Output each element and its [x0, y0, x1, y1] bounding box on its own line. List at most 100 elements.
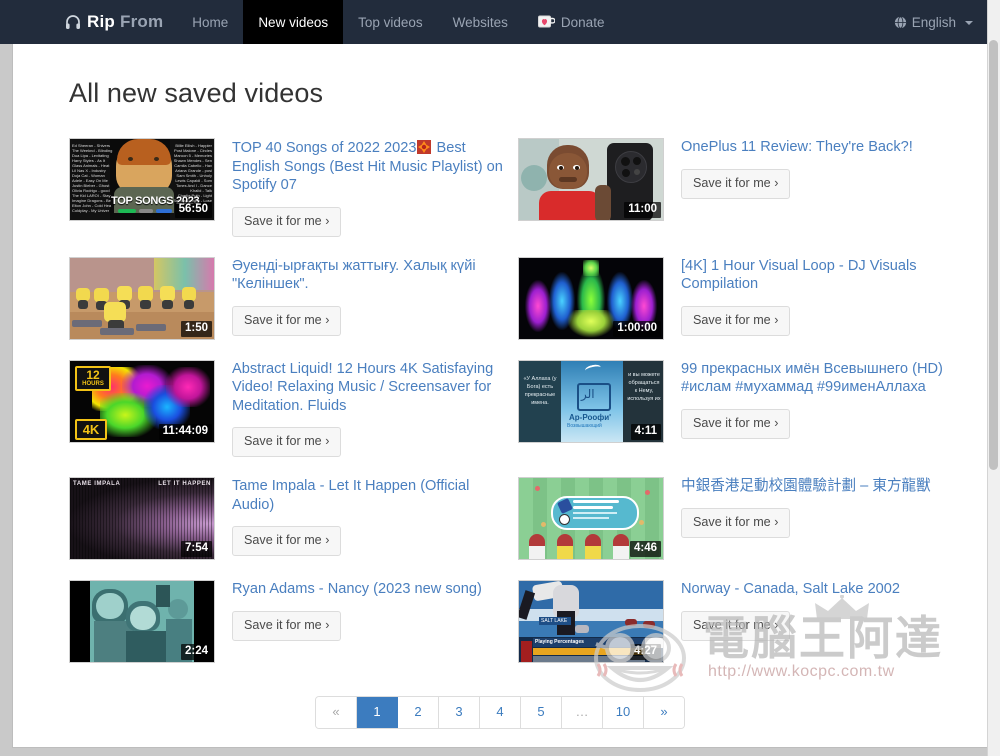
save-it-for-me-button[interactable]: Save it for me › — [681, 408, 791, 439]
video-duration: 11:44:09 — [158, 423, 212, 440]
pagination-page-4[interactable]: 4 — [480, 697, 521, 728]
navbar-right: English — [879, 0, 1000, 44]
video-meta: Әуенді-ырғақты жаттығу. Халық күйі "Келі… — [215, 257, 506, 336]
video-title-link[interactable]: Abstract Liquid! 12 Hours 4K Satisfaying… — [232, 360, 506, 416]
save-it-for-me-button[interactable]: Save it for me › — [232, 305, 342, 336]
video-grid: Ed Sheeran - Shivers The Weeknd - Blindin… — [13, 138, 987, 683]
video-title-link[interactable]: Әуенді-ырғақты жаттығу. Халық күйі "Келі… — [232, 257, 506, 294]
save-it-for-me-button[interactable]: Save it for me › — [681, 507, 791, 538]
scrollbar-thumb[interactable] — [989, 40, 998, 470]
navbar-left: Rip From Home New videos Top videos Websi… — [0, 0, 879, 44]
video-duration: 4:46 — [629, 541, 661, 557]
video-title-link[interactable]: Tame Impala - Let It Happen (Official Au… — [232, 477, 506, 514]
video-card: 11:00 OnePlus 11 Review: They're Back?! … — [518, 138, 967, 237]
video-meta: Tame Impala - Let It Happen (Official Au… — [215, 477, 506, 556]
language-selector[interactable]: English — [879, 0, 988, 44]
page-title: All new saved videos — [69, 78, 324, 108]
video-thumbnail[interactable]: Ed Sheeran - Shivers The Weeknd - Blindin… — [69, 138, 215, 221]
video-title-link[interactable]: OnePlus 11 Review: They're Back?! — [681, 138, 955, 157]
video-duration: 2:24 — [180, 644, 212, 660]
save-it-for-me-button[interactable]: Save it for me › — [232, 427, 342, 457]
video-card: TAME IMPALA LET IT HAPPEN 7:54 Tame Impa… — [69, 477, 518, 560]
save-it-for-me-button[interactable]: Save it for me › — [681, 168, 791, 199]
brand-text-primary: Rip — [87, 12, 115, 31]
video-thumbnail[interactable]: 1:00:00 — [518, 256, 664, 340]
burst-emoji-icon — [417, 140, 432, 154]
video-title-link[interactable]: Ryan Adams - Nancy (2023 new song) — [232, 580, 506, 599]
thumb-overlay-track: LET IT HAPPEN — [158, 481, 211, 487]
nav-link-home[interactable]: Home — [177, 0, 243, 44]
video-meta: [4K] 1 Hour Visual Loop - DJ Visuals Com… — [664, 257, 955, 336]
pagination-page-1[interactable]: 1 — [357, 697, 398, 728]
pagination-container: « 1 2 3 4 5 … 10 » — [13, 696, 987, 729]
video-card: 1:00:00 [4K] 1 Hour Visual Loop - DJ Vis… — [518, 256, 967, 340]
video-title-link[interactable]: 99 прекрасных имён Всевышнего (HD) #исла… — [681, 360, 955, 397]
save-it-for-me-button[interactable]: Save it for me › — [681, 305, 791, 336]
video-card: Ed Sheeran - Shivers The Weeknd - Blindin… — [69, 138, 518, 237]
language-label: English — [911, 14, 956, 30]
badge-12-hours: 12 HOURS — [75, 365, 111, 391]
pagination-next[interactable]: » — [644, 697, 684, 728]
pagination: « 1 2 3 4 5 … 10 » — [315, 696, 685, 729]
video-meta: 中銀香港足動校園體驗計劃 – 東方龍獸 Save it for me › — [664, 477, 955, 538]
video-thumbnail[interactable]: 4:46 — [518, 477, 664, 560]
top-navbar: Rip From Home New videos Top videos Websi… — [0, 0, 1000, 44]
nav-link-new-videos[interactable]: New videos — [243, 0, 344, 44]
video-duration: 1:50 — [180, 320, 212, 337]
save-it-for-me-button[interactable]: Save it for me › — [232, 526, 342, 556]
save-it-for-me-button[interactable]: Save it for me › — [681, 610, 791, 641]
badge-4k: 4K — [75, 418, 107, 440]
thumb-overlay-artist: TAME IMPALA — [73, 481, 121, 487]
video-card: 2:24 Ryan Adams - Nancy (2023 new song) … — [69, 580, 518, 663]
video-duration: 4:11 — [630, 423, 661, 440]
video-thumbnail[interactable]: «У Аллаха (у Бога) есть прекрасные имена… — [518, 359, 664, 443]
nav-link-websites[interactable]: Websites — [438, 0, 523, 44]
pagination-page-5[interactable]: 5 — [521, 697, 562, 728]
video-thumbnail[interactable]: 2:24 — [69, 580, 215, 663]
brand-text-secondary: From — [119, 12, 164, 31]
video-thumbnail[interactable]: 12 HOURS 4K 11:44:09 — [69, 359, 215, 443]
pagination-prev[interactable]: « — [316, 697, 357, 728]
save-it-for-me-button[interactable]: Save it for me › — [232, 610, 342, 641]
video-duration: 1:00:00 — [613, 320, 661, 337]
video-thumbnail[interactable]: 11:00 — [518, 138, 664, 221]
video-duration: 7:54 — [180, 541, 212, 557]
globe-icon — [894, 16, 907, 29]
headphones-icon — [65, 14, 81, 30]
main-content: All new saved videos Ed Sheeran - Shiver… — [13, 45, 987, 729]
video-duration: 4:27 — [629, 644, 661, 660]
page-scrollbar[interactable] — [987, 0, 1000, 756]
pagination-page-10[interactable]: 10 — [603, 697, 644, 728]
thumb-overlay-stat: Playing Percentages — [535, 639, 584, 645]
thumb-overlay-salt-lake: SALT LAKE — [541, 618, 568, 624]
video-thumbnail[interactable]: 1:50 — [69, 256, 215, 340]
video-meta: 99 прекрасных имён Всевышнего (HD) #исла… — [664, 360, 955, 439]
video-meta: Abstract Liquid! 12 Hours 4K Satisfaying… — [215, 360, 506, 457]
pagination-ellipsis: … — [562, 697, 603, 728]
page-container: All new saved videos Ed Sheeran - Shiver… — [12, 0, 988, 748]
video-thumbnail[interactable]: TAME IMPALA LET IT HAPPEN 7:54 — [69, 477, 215, 560]
save-it-for-me-button[interactable]: Save it for me › — [232, 206, 342, 237]
video-meta: TOP 40 Songs of 2022 2023 Best English S… — [215, 138, 506, 237]
nav-link-donate[interactable]: Donate — [523, 0, 620, 44]
video-card: 4:46 中銀香港足動校園體驗計劃 – 東方龍獸 Save it for me … — [518, 477, 967, 560]
video-title-link[interactable]: 中銀香港足動校園體驗計劃 – 東方龍獸 — [681, 477, 955, 496]
video-card: 1:50 Әуенді-ырғақты жаттығу. Халық күйі … — [69, 256, 518, 340]
pagination-page-3[interactable]: 3 — [439, 697, 480, 728]
brand-logo[interactable]: Rip From — [65, 0, 177, 44]
video-duration: 11:00 — [624, 202, 661, 218]
video-thumbnail[interactable]: SALT LAKE Playing Percentages 4:27 — [518, 580, 664, 663]
video-title-text: TOP 40 Songs of 2022 2023 — [232, 140, 417, 156]
video-title-link[interactable]: TOP 40 Songs of 2022 2023 Best English S… — [232, 138, 506, 195]
pagination-page-2[interactable]: 2 — [398, 697, 439, 728]
video-duration: 56:50 — [174, 202, 212, 218]
chevron-down-icon — [965, 21, 973, 25]
video-meta: Ryan Adams - Nancy (2023 new song) Save … — [215, 580, 506, 641]
video-card: «У Аллаха (у Бога) есть прекрасные имена… — [518, 359, 967, 458]
video-title-link[interactable]: [4K] 1 Hour Visual Loop - DJ Visuals Com… — [681, 257, 955, 294]
video-title-link[interactable]: Norway - Canada, Salt Lake 2002 — [681, 580, 955, 599]
video-card: SALT LAKE Playing Percentages 4:27 Norwa… — [518, 580, 967, 663]
video-card: 12 HOURS 4K 11:44:09 Abstract Liquid! 12 … — [69, 359, 518, 457]
browser-viewport: All new saved videos Ed Sheeran - Shiver… — [0, 0, 1000, 756]
nav-link-top-videos[interactable]: Top videos — [343, 0, 438, 44]
